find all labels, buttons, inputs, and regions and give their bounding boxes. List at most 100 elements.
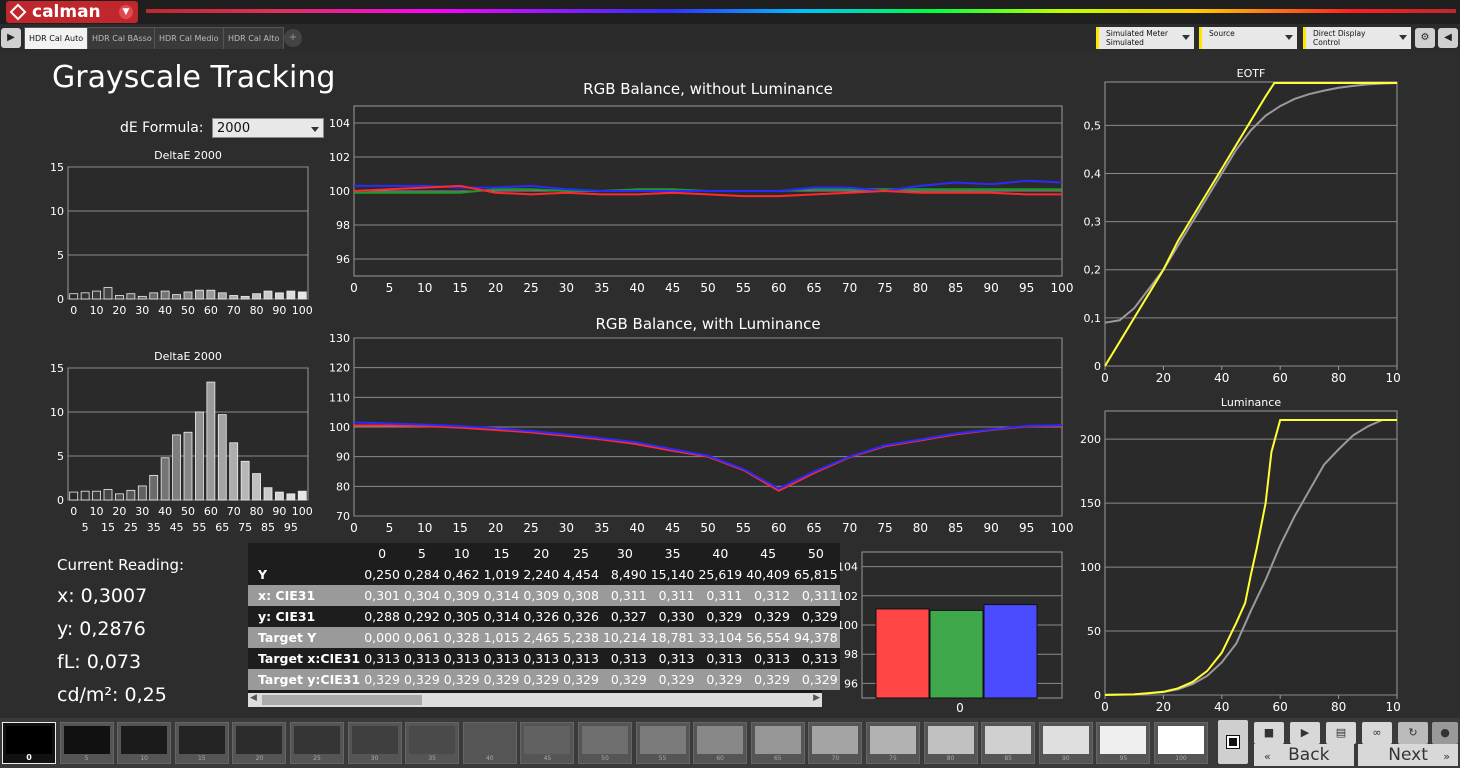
rgb-balance-with-luminance-chart: 70 80 90 100 110 120 130 0 5 10 15 20 25 30 35 40 45 50 55… xyxy=(329,332,1073,535)
patch-10[interactable]: 10 xyxy=(117,722,172,764)
chevron-down-icon xyxy=(1285,35,1293,40)
app-logo-menu[interactable]: calman ▼ xyxy=(6,1,138,23)
patch-25[interactable]: 25 xyxy=(290,722,344,764)
tab-hdr-cal-auto[interactable]: HDR Cal Auto xyxy=(24,27,89,49)
x-tick-label: 95 xyxy=(1019,521,1034,535)
x-tick-label: 10 xyxy=(417,281,432,295)
patch-85[interactable]: 85 xyxy=(981,722,1036,764)
patch-65[interactable]: 65 xyxy=(750,722,805,764)
chevron-left-icon[interactable]: ◀ xyxy=(1438,28,1458,48)
bar xyxy=(103,287,113,300)
column-header: 40 xyxy=(712,546,729,561)
y-tick-label: 0,2 xyxy=(1084,264,1102,277)
chevron-down-icon xyxy=(1182,35,1190,40)
luminance-chart: 0 50 100 150 200 0 20 40 60 80 100 xyxy=(1080,410,1400,714)
patch-60[interactable]: 60 xyxy=(693,722,748,764)
y-tick-label: 0 xyxy=(57,494,64,507)
patch-0[interactable]: 0 xyxy=(2,722,56,764)
patch-50[interactable]: 50 xyxy=(578,722,632,764)
patch-label: 35 xyxy=(428,755,436,762)
de-formula-select[interactable]: 2000 xyxy=(212,118,324,138)
patch-swatch xyxy=(121,726,168,754)
stop-icon[interactable] xyxy=(1218,720,1248,764)
y-tick-label: 15 xyxy=(50,362,64,375)
x-tick-label: 65 xyxy=(807,281,822,295)
patch-label: 70 xyxy=(831,755,840,762)
plot-area xyxy=(67,166,309,300)
patch-35[interactable]: 35 xyxy=(405,722,460,764)
bar xyxy=(275,292,284,300)
next-button[interactable]: Next » xyxy=(1358,744,1458,766)
play-icon[interactable]: ▶ xyxy=(1,28,21,48)
table-cell: 18,781 xyxy=(650,630,695,645)
patch-label: 15 xyxy=(197,755,206,762)
patch-5[interactable]: 5 xyxy=(59,722,114,764)
measurement-table[interactable]: 0 5 10 15 20 25 30 35 40 45 50 Y 0,250 0,284 0,462 1,01… xyxy=(248,543,840,707)
back-button[interactable]: « Back xyxy=(1254,744,1354,766)
loop-icon[interactable]: ∞ xyxy=(1362,722,1392,744)
tab-hdr-cal-basso[interactable]: HDR Cal BAsso xyxy=(87,27,157,49)
back-button-label: Back xyxy=(1288,745,1330,765)
table-cell: 0,311 xyxy=(610,588,647,603)
patch-70[interactable]: 70 xyxy=(808,722,863,764)
table-cell: 0,329 xyxy=(483,672,520,687)
patch-30[interactable]: 30 xyxy=(347,722,402,764)
x-tick-label: 80 xyxy=(250,505,264,518)
y-tick-label: 104 xyxy=(837,561,858,574)
table-cell: 0,313 xyxy=(801,651,838,666)
x-tick-label: 60 xyxy=(771,521,786,535)
y-tick-label: 100 xyxy=(329,185,350,198)
table-cell: 0,313 xyxy=(403,651,440,666)
x-tick-label: 30 xyxy=(559,281,574,295)
gear-icon[interactable]: ⚙ xyxy=(1415,28,1435,48)
current-reading-fl: fL: 0,073 xyxy=(57,651,142,673)
chevron-left-icon[interactable]: ◀ xyxy=(250,693,257,703)
chevron-double-left-icon: « xyxy=(1264,750,1271,763)
patch-20[interactable]: 20 xyxy=(232,722,287,764)
y-tick-label: 80 xyxy=(336,480,350,493)
meter-select[interactable]: Simulated Meter Simulated xyxy=(1096,27,1194,49)
bar xyxy=(297,490,307,501)
y-tick-label: 0,3 xyxy=(1084,216,1102,229)
x-tick-label: 0 xyxy=(70,505,77,518)
patch-95[interactable]: 95 xyxy=(1096,722,1151,764)
table-cell: 0,313 xyxy=(443,651,480,666)
chevron-right-icon[interactable]: ▶ xyxy=(813,693,820,703)
x-tick-label: 20 xyxy=(488,281,503,295)
column-header: 10 xyxy=(453,546,470,561)
stop-icon[interactable]: ■ xyxy=(1254,722,1284,744)
table-row: Y 0,250 0,284 0,462 1,019 2,240 4,454 8,490 15,1… xyxy=(248,564,840,585)
x-tick-label: 50 xyxy=(181,505,195,518)
bar xyxy=(229,442,239,501)
source-select-line1: Source xyxy=(1209,29,1235,38)
table-scrollbar[interactable]: ◀ ▶ xyxy=(248,693,822,707)
x-tick-label: 10 xyxy=(90,505,104,518)
x-tick-label: 85 xyxy=(948,281,963,295)
patch-100[interactable]: 100 xyxy=(1154,722,1208,764)
patch-80[interactable]: 80 xyxy=(923,722,978,764)
patch-15[interactable]: 15 xyxy=(174,722,229,764)
save-icon[interactable]: ▤ xyxy=(1326,722,1356,744)
patch-45[interactable]: 45 xyxy=(520,722,575,764)
x-tick-label: 40 xyxy=(630,281,645,295)
column-header: 25 xyxy=(573,546,590,561)
refresh-icon[interactable]: ↻ xyxy=(1398,722,1428,744)
table-scroll-thumb[interactable] xyxy=(262,695,422,705)
record-icon[interactable]: ● xyxy=(1432,722,1458,744)
tab-hdr-cal-medio[interactable]: HDR Cal Medio xyxy=(154,27,224,49)
rgb-current-bar-chart: 96 98 100 102 104 0 xyxy=(837,551,1063,715)
table-cell: 0,314 xyxy=(483,609,520,624)
tab-hdr-cal-alto[interactable]: HDR Cal Alto xyxy=(223,27,285,49)
patch-75[interactable]: 75 xyxy=(866,722,920,764)
play-icon[interactable]: ▶ xyxy=(1290,722,1320,744)
bar-green xyxy=(929,609,984,699)
patch-90[interactable]: 90 xyxy=(1038,722,1093,764)
patch-40[interactable]: 40 xyxy=(462,722,517,764)
y-tick-label: 15 xyxy=(50,161,64,174)
bar-blue xyxy=(983,604,1038,699)
patch-55[interactable]: 55 xyxy=(635,722,690,764)
table-cell: 0,309 xyxy=(523,588,560,603)
display-control-select[interactable]: Direct Display Control xyxy=(1303,27,1411,49)
source-select[interactable]: Source xyxy=(1199,27,1297,49)
plus-icon[interactable]: + xyxy=(284,29,302,47)
